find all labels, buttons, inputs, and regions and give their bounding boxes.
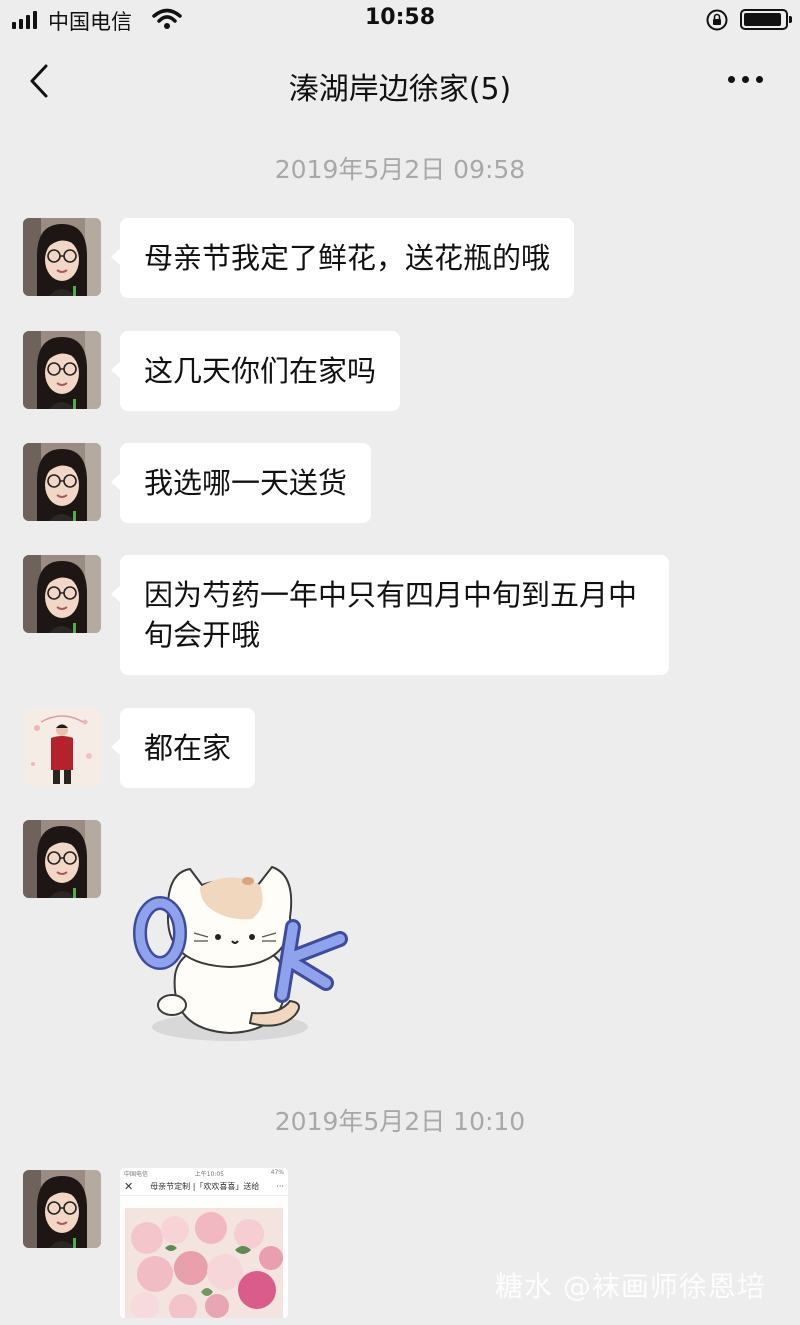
status-bar: 中国电信 10:58 xyxy=(0,0,800,40)
rotation-lock-icon xyxy=(706,9,728,31)
message-bubble[interactable]: 母亲节我定了鲜花，送花瓶的哦 xyxy=(110,218,575,298)
card-carrier: 中国电信 xyxy=(124,1171,149,1178)
avatar[interactable] xyxy=(23,555,101,633)
avatar[interactable] xyxy=(23,708,101,786)
message-bubble[interactable]: 都在家 xyxy=(110,708,256,788)
more-options-icon[interactable] xyxy=(728,76,763,83)
more-icon: ··· xyxy=(276,1182,284,1191)
watermark-text: 糖水 @袜画师徐恩培 xyxy=(495,1270,766,1303)
avatar[interactable] xyxy=(23,443,101,521)
card-header: ✕ 母亲节定制 |「欢欢喜喜」送给 ··· xyxy=(120,1178,288,1196)
nav-bar: 溱湖岸边徐家(5) xyxy=(0,40,800,122)
message-timestamp: 2019年5月2日 10:10 xyxy=(274,1107,526,1136)
shared-screenshot-message[interactable]: 中国电信 上午10:05 47% ✕ 母亲节定制 |「欢欢喜喜」送给 ··· xyxy=(120,1168,288,1318)
flower-bouquet-image xyxy=(125,1208,283,1318)
message-bubble[interactable]: 这几天你们在家吗 xyxy=(110,331,401,411)
avatar[interactable] xyxy=(23,331,101,409)
avatar[interactable] xyxy=(23,1170,101,1248)
battery-icon xyxy=(740,9,792,30)
message-bubble[interactable]: 因为芍药一年中只有四月中旬到五月中旬会开哦 xyxy=(111,555,669,675)
message-timestamp: 2019年5月2日 09:58 xyxy=(274,155,526,184)
chat-title: 溱湖岸边徐家(5) xyxy=(288,72,512,107)
card-title: 母亲节定制 |「欢欢喜喜」送给 xyxy=(150,1182,260,1191)
avatar[interactable] xyxy=(23,820,101,898)
card-status-bar: 中国电信 上午10:05 47% xyxy=(120,1168,288,1178)
avatar[interactable] xyxy=(23,218,101,296)
card-battery: 47% xyxy=(270,1169,284,1176)
ok-cat-sticker[interactable] xyxy=(130,855,355,1050)
message-bubble[interactable]: 我选哪一天送货 xyxy=(110,443,372,523)
status-time: 10:58 xyxy=(364,5,436,30)
close-icon: ✕ xyxy=(124,1180,134,1193)
card-time: 上午10:05 xyxy=(194,1171,224,1178)
